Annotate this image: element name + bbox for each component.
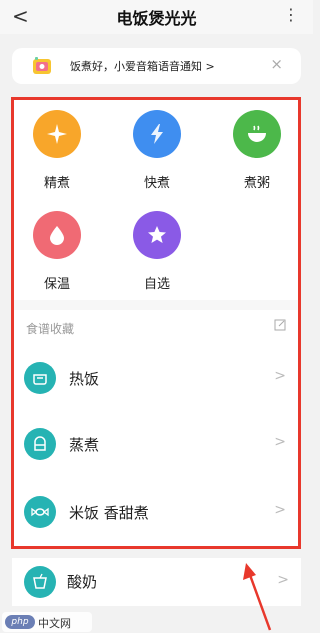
php-logo: php (5, 615, 35, 629)
site-watermark: php 中文网 (2, 612, 92, 632)
annotation-arrow (243, 563, 272, 631)
watermark-text: 中文网 (38, 617, 71, 630)
